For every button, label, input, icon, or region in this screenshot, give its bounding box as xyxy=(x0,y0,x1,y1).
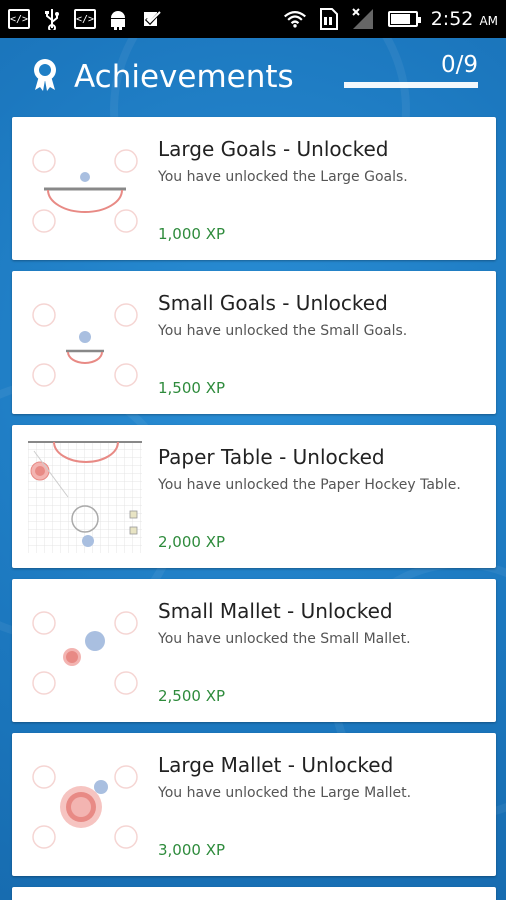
achievement-title: Paper Table - Unlocked xyxy=(158,445,385,469)
app-header: Achievements 0/9 xyxy=(0,38,506,116)
clock: 2:52 AM xyxy=(430,8,498,30)
ribbon-icon xyxy=(30,58,60,96)
progress-bar xyxy=(344,82,478,88)
achievement-card-small-mallet[interactable]: Small Mallet - Unlocked You have unlocke… xyxy=(12,579,496,722)
achievement-description: You have unlocked the Small Mallet. xyxy=(158,631,411,647)
small-mallet-thumbnail xyxy=(32,611,138,695)
achievement-card-next[interactable] xyxy=(12,887,496,900)
achievement-xp: 1,000 XP xyxy=(158,225,226,243)
large-goals-thumbnail xyxy=(32,149,138,233)
progress-count: 0/9 xyxy=(440,52,478,78)
signal-icon xyxy=(351,7,375,31)
small-goals-thumbnail xyxy=(32,303,138,387)
achievement-title: Large Goals - Unlocked xyxy=(158,137,389,161)
code-icon: </> xyxy=(74,9,96,29)
page-title: Achievements xyxy=(74,59,294,95)
achievement-description: You have unlocked the Paper Hockey Table… xyxy=(158,477,461,493)
achievement-card-large-mallet[interactable]: Large Mallet - Unlocked You have unlocke… xyxy=(12,733,496,876)
achievement-card-paper-table[interactable]: Paper Table - Unlocked You have unlocked… xyxy=(12,425,496,568)
achievement-xp: 1,500 XP xyxy=(158,379,226,397)
achievement-card-large-goals[interactable]: Large Goals - Unlocked You have unlocked… xyxy=(12,117,496,260)
achievement-title: Large Mallet - Unlocked xyxy=(158,753,394,777)
achievement-description: You have unlocked the Large Mallet. xyxy=(158,785,412,801)
achievement-description: You have unlocked the Small Goals. xyxy=(158,323,408,339)
paper-table-thumbnail xyxy=(28,441,142,553)
check-icon xyxy=(140,7,164,31)
wifi-icon xyxy=(283,7,307,31)
code-icon: </> xyxy=(8,9,30,29)
achievement-title: Small Goals - Unlocked xyxy=(158,291,388,315)
achievement-description: You have unlocked the Large Goals. xyxy=(158,169,408,185)
achievement-title: Small Mallet - Unlocked xyxy=(158,599,393,623)
achievement-progress: 0/9 xyxy=(344,52,478,88)
usb-icon xyxy=(40,7,64,31)
achievement-xp: 2,000 XP xyxy=(158,533,226,551)
achievement-xp: 3,000 XP xyxy=(158,841,226,859)
large-mallet-thumbnail xyxy=(32,765,138,849)
achievement-xp: 2,500 XP xyxy=(158,687,226,705)
android-icon xyxy=(106,7,130,31)
achievement-card-small-goals[interactable]: Small Goals - Unlocked You have unlocked… xyxy=(12,271,496,414)
status-bar: </> </> 2:52 AM xyxy=(0,0,506,38)
battery-icon xyxy=(385,7,421,31)
sim-icon xyxy=(317,7,341,31)
